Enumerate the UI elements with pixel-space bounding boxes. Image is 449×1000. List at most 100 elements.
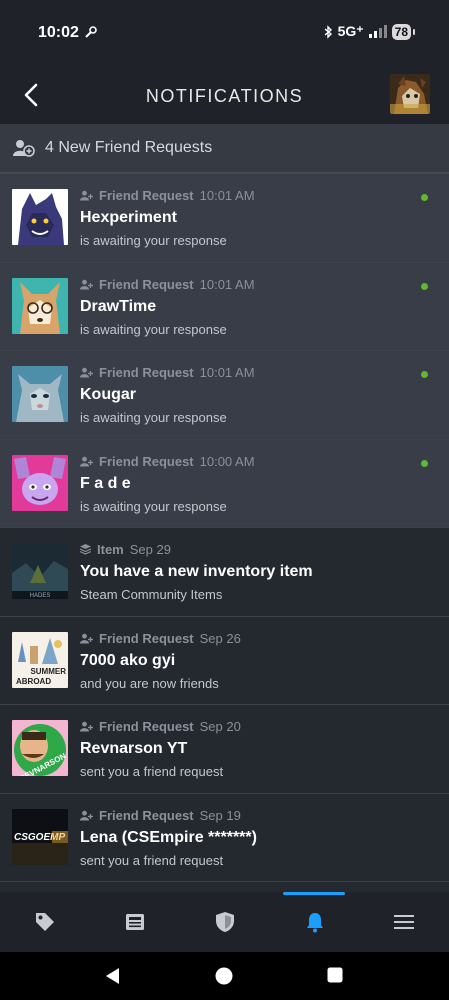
add-friend-icon	[13, 140, 35, 157]
notification-meta: Friend Request Sep 19	[80, 808, 241, 823]
bottom-tab-bar	[0, 892, 449, 952]
notification-type: Friend Request	[99, 630, 194, 646]
friend-request-icon	[80, 721, 93, 732]
notification-subtitle: and you are now friends	[80, 675, 219, 691]
avatar	[12, 454, 68, 511]
bluetooth-icon	[324, 24, 332, 39]
friend-request-icon	[80, 279, 93, 289]
app-header: NOTIFICATIONS	[0, 66, 449, 124]
notification-row[interactable]: CSGOEMP Friend Request Sep 19 Lena (CSEm…	[0, 793, 449, 882]
notification-time: 10:01 AM	[199, 276, 255, 292]
notification-title: Kougar	[80, 386, 136, 403]
notification-meta: Friend Request Sep 20	[80, 719, 241, 734]
news-icon	[126, 914, 144, 930]
notification-subtitle: is awaiting your response	[80, 233, 227, 248]
notification-subtitle: is awaiting your response	[80, 321, 227, 337]
item-icon	[80, 544, 91, 555]
steam-logo-icon	[85, 26, 97, 38]
notification-time: 10:01 AM	[199, 188, 255, 203]
bell-icon	[307, 913, 323, 933]
recents-square-icon[interactable]	[326, 966, 344, 984]
avatar-caption: ABROAD	[16, 677, 51, 686]
friend-request-icon	[80, 367, 93, 378]
notification-list: Friend Request 10:01 AM Hexperiment is a…	[0, 174, 449, 882]
notification-title: Hexperiment	[80, 209, 177, 226]
avatar	[12, 277, 68, 334]
notification-title: F a d e	[80, 474, 131, 492]
notification-title: Lena (CSEmpire *******)	[80, 828, 257, 846]
banner-label: 4 New Friend Requests	[45, 139, 213, 156]
avatar: HADES	[12, 543, 68, 599]
notification-meta: Friend Request 10:01 AM	[80, 277, 255, 292]
unread-dot	[421, 194, 428, 201]
notification-type: Item	[97, 542, 124, 557]
notification-type: Friend Request	[99, 188, 194, 203]
avatar: SUMMER ABROAD	[12, 631, 68, 688]
friend-request-icon	[80, 633, 93, 643]
system-nav-bar	[0, 952, 449, 1000]
notification-meta: Friend Request 10:01 AM	[80, 365, 255, 380]
notification-subtitle: Steam Community Items	[80, 587, 223, 602]
notification-subtitle: is awaiting your response	[80, 498, 227, 514]
notification-type: Friend Request	[99, 276, 194, 292]
notification-type: Friend Request	[99, 365, 194, 380]
notification-time: Sep 29	[129, 542, 171, 557]
notification-row[interactable]: Friend Request 10:00 AM F a d e is await…	[0, 439, 449, 528]
avatar: REVNARSON	[12, 720, 68, 776]
unread-dot	[421, 371, 428, 378]
notification-meta: Friend Request Sep 26	[80, 631, 241, 646]
shield-icon	[216, 912, 234, 932]
unread-dot	[421, 282, 428, 290]
friend-requests-banner[interactable]: 4 New Friend Requests	[0, 124, 449, 174]
tab-notifications[interactable]	[270, 892, 360, 952]
user-avatar[interactable]	[390, 74, 430, 114]
avatar	[12, 366, 68, 422]
back-triangle-icon[interactable]	[103, 966, 123, 986]
tab-news[interactable]	[90, 892, 180, 952]
battery-indicator: 78	[391, 23, 416, 40]
friend-request-icon	[80, 456, 93, 466]
menu-icon	[394, 915, 414, 929]
notification-subtitle: sent you a friend request	[80, 852, 224, 868]
status-time: 10:02	[38, 24, 79, 41]
avatar-caption: SUMMER	[30, 667, 66, 676]
tab-menu[interactable]	[359, 892, 449, 952]
notification-row[interactable]: SUMMER ABROAD Friend Request Sep 26 7000…	[0, 616, 449, 705]
avatar: CSGOEMP	[12, 808, 68, 865]
notification-time: Sep 19	[199, 807, 241, 823]
avatar	[12, 189, 68, 245]
unread-dot	[421, 459, 428, 467]
notification-meta: Friend Request 10:00 AM	[80, 454, 255, 469]
page-title: NOTIFICATIONS	[145, 86, 304, 106]
notification-title: 7000 ako gyi	[80, 651, 176, 669]
status-indicators: 5G⁺ 78	[323, 23, 416, 40]
tab-guard[interactable]	[180, 892, 270, 952]
notification-time: 10:00 AM	[199, 453, 255, 469]
notification-title: DrawTime	[80, 297, 157, 315]
notification-row[interactable]: REVNARSON Friend Request Sep 20 Revnarso…	[0, 705, 449, 794]
network-label: 5G⁺	[337, 23, 364, 39]
tag-icon	[36, 913, 54, 931]
notification-type: Friend Request	[99, 453, 194, 469]
notification-row[interactable]: Friend Request 10:01 AM Kougar is awaiti…	[0, 351, 449, 440]
avatar-caption: HADES	[30, 593, 51, 599]
friend-request-icon	[80, 810, 93, 820]
friend-request-icon	[80, 190, 93, 201]
notification-type: Friend Request	[99, 719, 194, 734]
notification-time: Sep 26	[199, 630, 241, 646]
notification-subtitle: is awaiting your response	[80, 410, 227, 425]
tab-store[interactable]	[0, 892, 90, 952]
notification-row[interactable]: Friend Request 10:01 AM DrawTime is awai…	[0, 262, 449, 351]
home-circle-icon[interactable]	[214, 966, 234, 986]
notification-title: You have a new inventory item	[80, 563, 313, 580]
notification-row[interactable]: HADES Item Sep 29 You have a new invento…	[0, 528, 449, 617]
notification-time: 10:01 AM	[199, 365, 255, 380]
signal-icon	[368, 25, 387, 38]
notification-time: Sep 20	[199, 719, 241, 734]
notification-type: Friend Request	[99, 807, 194, 823]
notification-title: Revnarson YT	[80, 740, 188, 757]
notification-subtitle: sent you a friend request	[80, 764, 224, 779]
status-bar: 10:02 5G⁺ 78	[0, 0, 449, 66]
notification-row[interactable]: Friend Request 10:01 AM Hexperiment is a…	[0, 174, 449, 263]
notification-meta: Friend Request 10:01 AM	[80, 188, 255, 203]
